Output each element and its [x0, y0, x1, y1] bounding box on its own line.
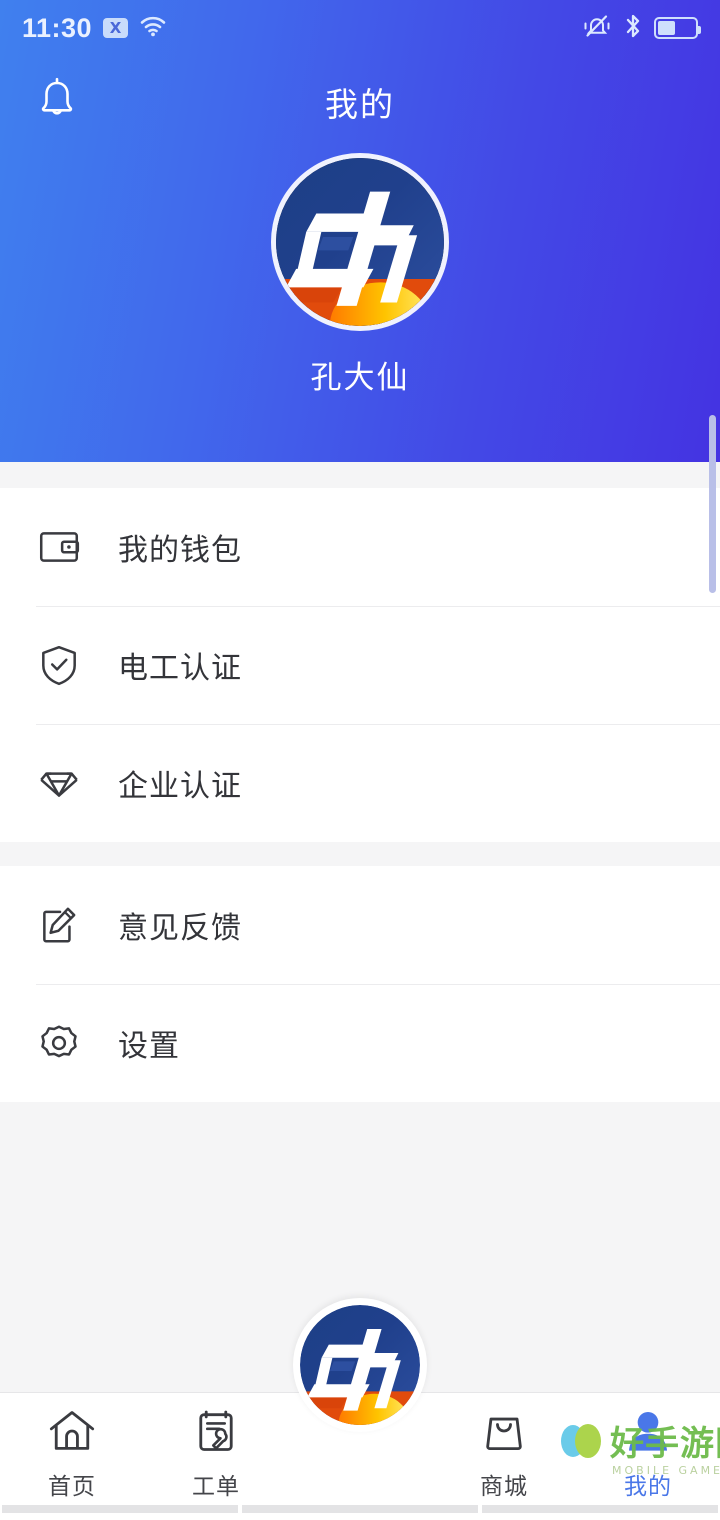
no-sim-icon: X [103, 18, 129, 38]
system-gesture-bar [0, 1498, 720, 1520]
menu-item-label: 我的钱包 [118, 533, 242, 568]
menu-group-2: 意见反馈 设置 [0, 866, 720, 1102]
edit-note-icon [36, 902, 96, 948]
menu-item-electrician-cert[interactable]: 电工认证 [0, 606, 720, 724]
battery-icon [654, 17, 701, 39]
tab-label: 首页 [48, 1474, 96, 1500]
menu-item-label: 电工认证 [118, 651, 242, 686]
bluetooth-icon [623, 13, 643, 43]
profile-block: 孔大仙 [0, 158, 720, 397]
menu-item-label: 企业认证 [118, 769, 242, 804]
tab-label: 工单 [192, 1474, 240, 1500]
menu-item-enterprise-cert[interactable]: 企业认证 [0, 724, 720, 842]
tab-home[interactable]: 首页 [0, 1393, 144, 1500]
tab-work-order[interactable]: 工单 [144, 1393, 288, 1500]
status-bar: 11:30 X [0, 0, 720, 56]
app-screen: 11:30 X 我的 孔大仙 我的钱包 电工认证 企业认证 意见反馈 设置 首页… [0, 0, 720, 1520]
avatar[interactable] [276, 158, 444, 326]
vibrate-mute-icon [582, 14, 612, 42]
person-icon [623, 1407, 673, 1459]
shield-check-icon [36, 642, 96, 688]
status-bar-right [582, 13, 701, 43]
page-title: 我的 [325, 85, 395, 124]
notifications-button[interactable] [26, 71, 88, 133]
work-order-icon [191, 1407, 241, 1459]
gear-icon [36, 1020, 96, 1066]
menu-group-1: 我的钱包 电工认证 企业认证 [0, 488, 720, 842]
tab-mall[interactable]: 商城 [432, 1393, 576, 1500]
list-group-gap [0, 842, 720, 866]
gesture-segment-home[interactable] [242, 1505, 478, 1513]
status-time: 11:30 [22, 12, 93, 43]
scrollbar-thumb[interactable] [709, 415, 716, 593]
title-bar: 我的 [0, 56, 720, 148]
gesture-segment-back[interactable] [2, 1505, 238, 1513]
tab-label: 我的 [624, 1474, 672, 1500]
user-name: 孔大仙 [310, 360, 410, 396]
home-icon [47, 1407, 97, 1459]
menu-item-label: 意见反馈 [118, 911, 242, 946]
status-bar-left: 11:30 X [22, 13, 167, 44]
gesture-segment-recents[interactable] [482, 1505, 718, 1513]
menu-item-settings[interactable]: 设置 [0, 984, 720, 1102]
tab-label: 商城 [480, 1474, 528, 1500]
list-top-gap [0, 462, 720, 488]
logo-fab-icon [300, 1305, 420, 1425]
bell-icon [34, 76, 80, 128]
profile-header: 11:30 X 我的 孔大仙 [0, 0, 720, 462]
menu-item-wallet[interactable]: 我的钱包 [0, 488, 720, 606]
menu-item-feedback[interactable]: 意见反馈 [0, 866, 720, 984]
center-logo-button[interactable] [293, 1298, 427, 1432]
logo-icon [276, 158, 444, 326]
tab-mine[interactable]: 我的 [576, 1393, 720, 1500]
diamond-icon [36, 760, 96, 806]
menu-item-label: 设置 [118, 1029, 180, 1064]
wallet-icon [36, 524, 96, 570]
shopping-bag-icon [479, 1407, 529, 1459]
wifi-icon [139, 15, 167, 41]
